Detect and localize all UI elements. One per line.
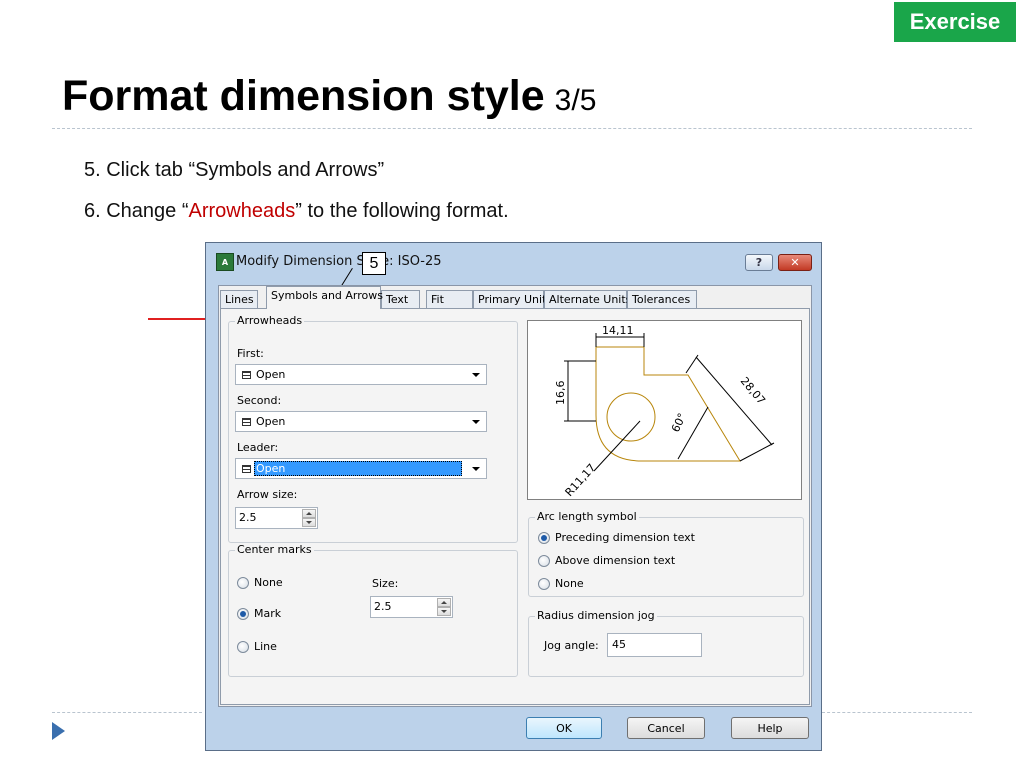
center-mark-none-label[interactable]: None [254,576,283,589]
leader-arrowhead-select[interactable]: Open [235,458,487,479]
tab-primary-units[interactable]: Primary Units [473,290,552,308]
footer-divider-left [52,712,202,713]
first-label: First: [237,347,264,360]
app-icon: A [216,253,234,271]
arc-none-radio[interactable] [538,578,550,590]
preview-part-outline [595,346,741,462]
chevron-down-icon [472,467,480,471]
center-mark-line-label[interactable]: Line [254,640,277,653]
center-size-stepper[interactable]: 2.5 [370,596,453,618]
modify-dimension-style-dialog: A Modify Dimension Style: ISO-25 5 ? ✕ L… [205,242,822,751]
center-size-value: 2.5 [374,600,392,613]
arrow-size-value: 2.5 [239,511,257,524]
tab-text[interactable]: Text [381,290,420,308]
center-mark-mark-label[interactable]: Mark [254,607,281,620]
slide-title-text: Format dimension style [62,72,545,120]
first-arrowhead-value: Open [256,368,286,381]
arrow-size-stepper[interactable]: 2.5 [235,507,318,529]
preview-ext-line [739,442,775,462]
second-arrowhead-select[interactable]: Open [235,411,487,432]
center-size-label: Size: [372,577,399,590]
arc-above-radio[interactable] [538,555,550,567]
next-slide-icon[interactable] [52,722,65,740]
spin-down-icon[interactable] [302,518,316,527]
arc-preceding-label[interactable]: Preceding dimension text [555,531,695,544]
center-mark-none-radio[interactable] [237,577,249,589]
center-marks-group-label: Center marks [235,543,314,556]
preview-dim-top: 14,11 [602,324,634,337]
arc-above-label[interactable]: Above dimension text [555,554,675,567]
arc-length-group-label: Arc length symbol [535,510,639,523]
spin-down-icon[interactable] [437,607,451,616]
step-6-text: 6. Change “Arrowheads” to the following … [84,200,509,223]
tab-fit[interactable]: Fit [426,290,473,308]
arrowhead-open-icon [242,418,251,426]
dimension-preview: 14,11 16,6 28,07 60° R11,17 [527,320,802,500]
preview-angle: 60° [669,411,689,434]
chevron-down-icon [472,373,480,377]
leader-arrowhead-value: Open [254,461,462,476]
step-6-highlight: Arrowheads [188,200,296,222]
help-title-button[interactable]: ? [745,254,773,271]
callout-leader [341,268,353,286]
preview-ext-line [685,354,699,374]
arrowhead-open-icon [242,465,251,473]
preview-dim-diag: 28,07 [738,375,768,407]
tab-symbols-and-arrows[interactable]: Symbols and Arrows [266,286,383,309]
help-button[interactable]: Help [731,717,809,739]
second-arrowhead-value: Open [256,415,286,428]
step-6-prefix: 6. Change “ [84,200,189,222]
arc-none-label[interactable]: None [555,577,584,590]
leader-label: Leader: [237,441,279,454]
jog-angle-label: Jog angle: [544,639,599,652]
arrowhead-open-icon [242,371,251,379]
footer-divider-right [822,712,972,713]
slide-title-suffix: 3/5 [554,84,597,117]
step-callout: 5 [362,252,386,275]
center-mark-line-radio[interactable] [237,641,249,653]
dialog-title: Modify Dimension Style: ISO-25 [236,254,442,269]
first-arrowhead-select[interactable]: Open [235,364,487,385]
arc-preceding-radio[interactable] [538,532,550,544]
ok-button[interactable]: OK [526,717,602,739]
title-divider [52,128,972,129]
preview-drawing: 14,11 16,6 28,07 60° R11,17 [554,324,775,499]
spin-up-icon[interactable] [302,509,316,518]
arrow-size-label: Arrow size: [237,488,298,501]
pointer-arrow-line [148,318,212,320]
exercise-badge: Exercise [894,2,1016,42]
arrowheads-group-label: Arrowheads [235,314,305,327]
preview-radius-leader [593,420,641,472]
chevron-down-icon [472,420,480,424]
tab-tolerances[interactable]: Tolerances [627,290,697,308]
jog-angle-value: 45 [612,638,626,651]
slide-title: Format dimension style 3/5 [62,72,596,121]
tab-lines[interactable]: Lines [220,290,258,308]
close-button[interactable]: ✕ [778,254,812,271]
center-mark-mark-radio[interactable] [237,608,249,620]
step-5-text: 5. Click tab “Symbols and Arrows” [84,159,385,181]
radius-jog-group-label: Radius dimension jog [535,609,657,622]
jog-angle-input[interactable]: 45 [607,633,702,657]
tab-alternate-units[interactable]: Alternate Units [544,290,631,308]
step-6-suffix: ” to the following format. [295,200,509,222]
preview-dim-left: 16,6 [554,381,567,406]
spin-up-icon[interactable] [437,598,451,607]
preview-radius: R11,17 [563,461,599,499]
cancel-button[interactable]: Cancel [627,717,705,739]
second-label: Second: [237,394,282,407]
preview-part-hole [606,392,656,442]
